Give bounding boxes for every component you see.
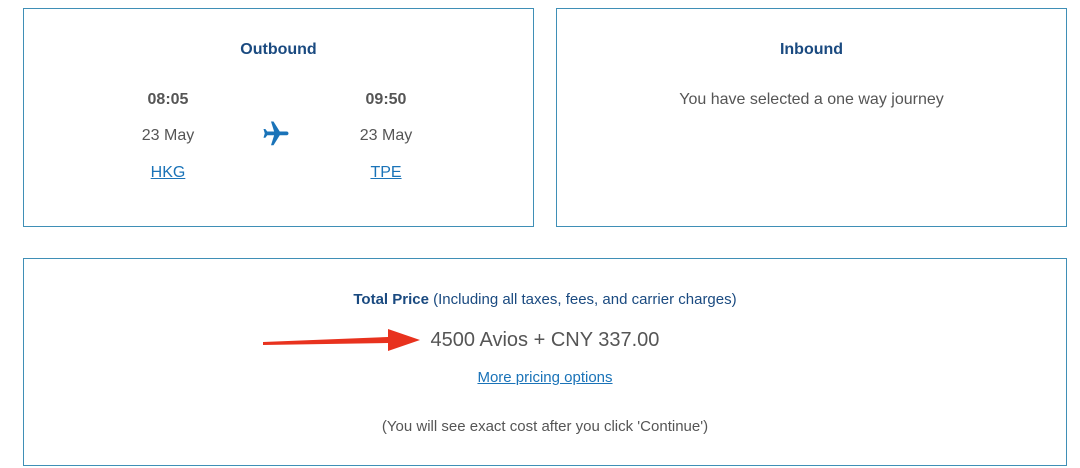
arrival-date: 23 May <box>359 127 413 144</box>
total-price-label-suffix: (Including all taxes, fees, and carrier … <box>428 291 737 308</box>
outbound-title: Outbound <box>240 41 317 58</box>
price-panel: Total Price (Including all taxes, fees, … <box>23 258 1067 466</box>
outbound-panel: Outbound 08:05 23 May HKG 09:50 23 May T… <box>23 8 534 227</box>
red-arrow-annotation <box>263 329 420 351</box>
total-price-amount: 4500 Avios + CNY 337.00 <box>430 329 660 351</box>
total-price-label: Total Price <box>353 291 429 308</box>
inbound-panel: Inbound You have selected a one way jour… <box>556 8 1067 227</box>
total-price-heading: Total Price (Including all taxes, fees, … <box>24 291 1066 308</box>
more-pricing-options-link[interactable]: More pricing options <box>24 369 1066 386</box>
arrival-time: 09:50 <box>365 91 407 108</box>
departure-time: 08:05 <box>147 91 189 108</box>
continue-note: (You will see exact cost after you click… <box>381 418 709 435</box>
one-way-message: You have selected a one way journey <box>679 91 944 108</box>
arrival-airport-link[interactable]: TPE <box>326 164 446 182</box>
departure-airport-link[interactable]: HKG <box>108 164 228 182</box>
departure-date: 23 May <box>141 127 195 144</box>
inbound-title: Inbound <box>779 41 844 58</box>
plane-icon <box>263 121 289 146</box>
